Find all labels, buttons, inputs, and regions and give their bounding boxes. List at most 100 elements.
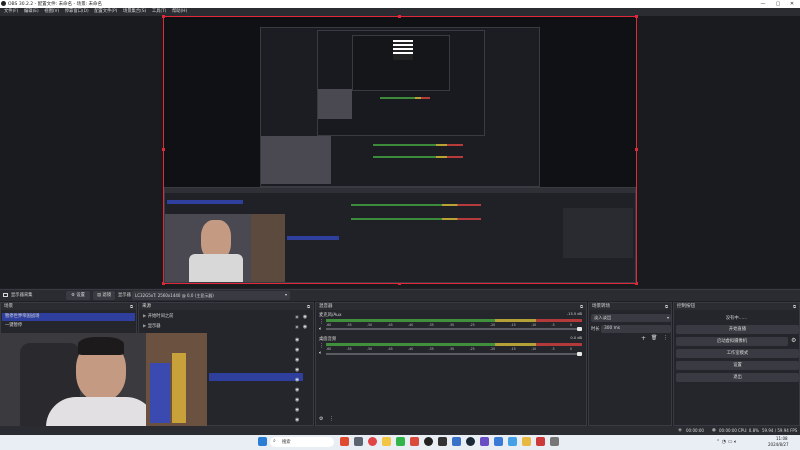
tray-icons[interactable]: ⌃ ◔ ▭ 🔈︎	[716, 439, 737, 445]
eye-icon[interactable]: ◉	[295, 367, 299, 373]
audio-mixer-dock: 混音器 ⧉ 麦克风/Aux -13.5 dB -60 -55 -50 -45 -40 -35…	[315, 302, 587, 426]
menu-help[interactable]: 帮助(H)	[172, 8, 187, 16]
popout-icon[interactable]: ⧉	[306, 304, 311, 309]
mixer-settings-icon[interactable]: ⚙	[319, 416, 323, 422]
eye-icon[interactable]: ◉	[295, 347, 299, 353]
monitor-icon	[3, 293, 8, 297]
add-icon[interactable]: +	[641, 335, 646, 342]
person-hair	[78, 337, 124, 355]
app-icon[interactable]	[452, 437, 461, 446]
browser-icon[interactable]	[340, 437, 349, 446]
eye-icon[interactable]: ◉	[295, 397, 299, 403]
popout-icon[interactable]: ⧉	[129, 304, 134, 309]
eye-icon[interactable]: ◉	[295, 377, 299, 383]
resize-handle[interactable]	[635, 148, 638, 151]
steam-icon[interactable]	[466, 437, 475, 446]
preview-canvas[interactable]	[162, 15, 638, 285]
lock-icon[interactable]: ▣	[294, 324, 300, 330]
eye-icon[interactable]: ◉	[295, 417, 299, 423]
start-streaming-button[interactable]: 开始直播	[676, 325, 799, 334]
taskbar-search[interactable]: ⌕ 搜索	[270, 437, 334, 447]
eye-icon[interactable]: ◉	[302, 314, 308, 320]
channel-db: 0.0 dB	[570, 336, 582, 340]
app-icon[interactable]	[550, 437, 559, 446]
chrome-icon[interactable]	[368, 437, 377, 446]
transition-select[interactable]: 淡入淡出 ▾	[591, 314, 671, 322]
more-icon[interactable]: ⋮	[319, 319, 324, 325]
close-button[interactable]: ✕	[785, 0, 799, 8]
app-icon[interactable]	[536, 437, 545, 446]
fps-readout: 59.94 / 59.94 FPS	[762, 428, 798, 433]
eye-icon[interactable]: ◉	[295, 407, 299, 413]
record-icon: ●	[712, 428, 716, 433]
eye-icon[interactable]: ◉	[295, 337, 299, 343]
trash-icon[interactable]: 🗑︎	[651, 335, 657, 341]
dock-title: 来源	[142, 304, 151, 309]
maximize-button[interactable]: ▢	[771, 0, 785, 8]
resize-handle[interactable]	[162, 15, 165, 18]
resize-handle[interactable]	[635, 15, 638, 18]
start-virtual-camera-button[interactable]: 启动虚拟摄像机	[676, 337, 788, 346]
settings-button[interactable]: 设置	[676, 361, 799, 370]
wechat-icon[interactable]	[396, 437, 405, 446]
menu-view[interactable]: 视图(V)	[44, 8, 59, 16]
app-icon[interactable]	[494, 437, 503, 446]
app-icon[interactable]	[508, 437, 517, 446]
minimize-button[interactable]: —	[756, 0, 770, 8]
source-item[interactable]: ▶ 开始时间之前 ▣ ◉	[140, 313, 312, 321]
settings-button[interactable]: ⚙ 设置	[66, 291, 90, 300]
eye-icon[interactable]: ◉	[295, 357, 299, 363]
menu-file[interactable]: 文件(F)	[4, 8, 18, 16]
background-shelf	[150, 363, 170, 423]
app-icon[interactable]	[438, 437, 447, 446]
display-select[interactable]: LC32G5xT: 2560x1440 @ 0,0 (主显示器) ▾	[132, 291, 290, 300]
background-shelf	[172, 353, 186, 423]
app-icon[interactable]	[480, 437, 489, 446]
more-icon[interactable]: ⋮	[663, 335, 668, 341]
obs-icon[interactable]	[424, 437, 433, 446]
clock-time[interactable]: 11:08	[776, 436, 788, 441]
lock-icon[interactable]: ▣	[294, 314, 300, 320]
recursive-capture-inner	[260, 27, 540, 187]
app-icon[interactable]	[522, 437, 531, 446]
slider-knob[interactable]	[577, 327, 582, 331]
filters-button[interactable]: ▤ 滤镜	[93, 291, 115, 300]
task-view-icon[interactable]	[354, 437, 363, 446]
meter-scale: -60 -55 -50 -45 -40 -35 -30 -25 -20 -15 -10 -5 0	[326, 347, 572, 351]
eye-icon[interactable]: ◉	[302, 324, 308, 330]
scene-transitions-dock: 场景转场 ⧉ 淡入淡出 ▾ 时长 300 ms + 🗑︎ ⋮	[588, 302, 672, 426]
obs-logo-icon	[1, 1, 6, 6]
channel-name: 麦克风/Aux	[319, 313, 342, 318]
studio-mode-button[interactable]: 工作室模式	[676, 349, 799, 358]
popout-icon[interactable]: ⧉	[792, 304, 797, 309]
clock-date[interactable]: 2024/8/27	[768, 442, 789, 447]
windows-start-icon[interactable]	[258, 437, 267, 446]
popout-icon[interactable]: ⧉	[579, 304, 584, 309]
menu-profile[interactable]: 配置文件(P)	[94, 8, 117, 16]
resize-handle[interactable]	[162, 148, 165, 151]
volume-slider[interactable]	[326, 327, 582, 331]
popout-icon[interactable]: ⧉	[664, 304, 669, 309]
gear-icon: ⚙	[71, 293, 75, 298]
duration-input[interactable]: 300 ms	[601, 325, 671, 333]
scene-item[interactable]: 暂停世界帝国战场	[2, 313, 135, 321]
source-item[interactable]: ▶ 显示器 ▣ ◉	[140, 323, 312, 331]
dock-title: 控制按钮	[677, 304, 695, 309]
more-icon[interactable]: ⋮	[319, 343, 324, 349]
resize-handle[interactable]	[398, 15, 401, 18]
app-icon[interactable]	[410, 437, 419, 446]
gear-icon[interactable]: ⚙	[791, 337, 796, 344]
menu-edit[interactable]: 编辑(E)	[24, 8, 39, 16]
volume-meter	[326, 319, 582, 322]
slider-knob[interactable]	[577, 352, 582, 356]
menu-docks[interactable]: 停靠窗口(D)	[65, 8, 89, 16]
menu-scene-collection[interactable]: 场景集合(S)	[123, 8, 146, 16]
volume-slider[interactable]	[326, 352, 582, 356]
exit-button[interactable]: 退出	[676, 373, 799, 382]
speaker-icon[interactable]: 🔈︎	[319, 350, 322, 356]
speaker-icon[interactable]: 🔈︎	[319, 326, 322, 332]
explorer-icon[interactable]	[382, 437, 391, 446]
more-icon[interactable]: ⋮	[329, 416, 334, 422]
eye-icon[interactable]: ◉	[295, 387, 299, 393]
scene-item[interactable]: 一键暂停	[2, 322, 135, 330]
